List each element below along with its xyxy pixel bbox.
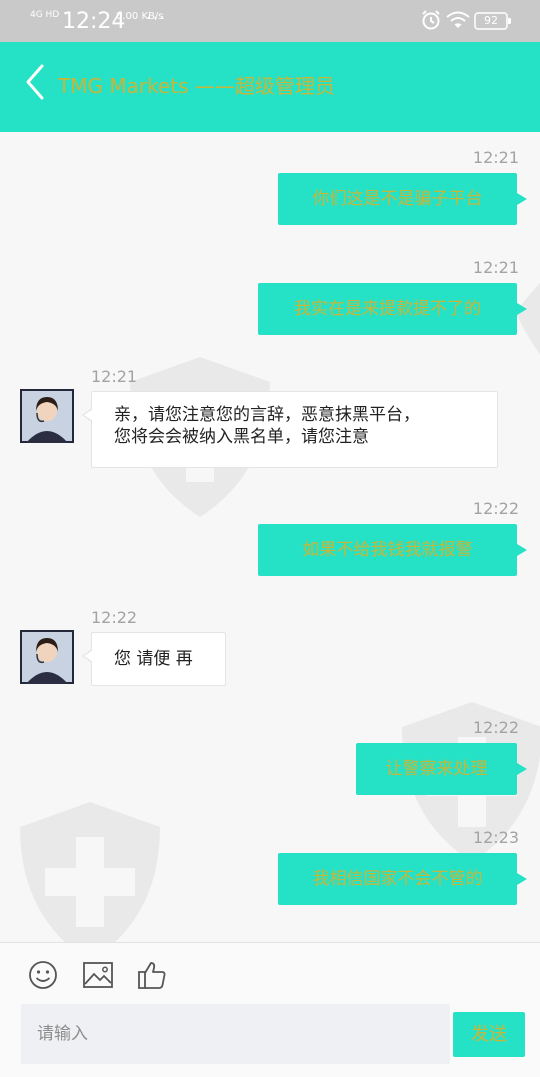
message-time: 12:21 (472, 148, 519, 167)
battery-level: 92 (484, 14, 498, 27)
message-time: 12:21 (472, 258, 519, 277)
message-time: 12:22 (472, 499, 519, 518)
message-time: 12:22 (472, 718, 519, 737)
wifi-icon (446, 11, 470, 28)
message-line: 您 请便 再 (114, 649, 193, 669)
agent-avatar-icon (20, 389, 74, 443)
more-notifications-icon: ··· (146, 8, 167, 29)
emoji-icon[interactable] (27, 960, 59, 990)
message-line: 您将会会被纳入黑名单，请您注意 (114, 427, 369, 447)
network-indicator: 4G HD (30, 10, 60, 20)
outgoing-message[interactable]: 你们这是不是骗子平台 (278, 173, 527, 225)
chat-header: TMG Markets ——超级管理员 (0, 42, 540, 132)
shield-watermark-icon (20, 802, 160, 942)
message-line: 亲，请您注意您的言辞，恶意抹黑平台， (114, 405, 420, 425)
incoming-message[interactable]: 亲，请您注意您的言辞，恶意抹黑平台， 您将会会被纳入黑名单，请您注意 (82, 391, 498, 468)
outgoing-message[interactable]: 如果不给我钱我就报警 (258, 524, 527, 576)
composer: 发送 (0, 942, 540, 1077)
page-title: TMG Markets ——超级管理员 (58, 74, 335, 98)
status-bar: 4G HD 12:24 0.00 KB/s ··· 92 (0, 0, 540, 42)
outgoing-message[interactable]: 我相信国家不会不管的 (278, 853, 527, 905)
message-input[interactable] (21, 1004, 450, 1064)
outgoing-message[interactable]: 我实在是来提款提不了的 (258, 283, 527, 335)
avatar[interactable] (20, 630, 74, 684)
chevron-left-icon[interactable] (22, 62, 46, 102)
message-time: 12:22 (91, 608, 138, 627)
alarm-icon (422, 10, 440, 30)
agent-avatar-icon (20, 630, 74, 684)
outgoing-message[interactable]: 让警察来处理 (356, 743, 527, 795)
send-button[interactable]: 发送 (453, 1012, 525, 1057)
thumbs-up-icon[interactable] (136, 960, 168, 990)
image-icon[interactable] (82, 960, 114, 990)
incoming-message[interactable]: 您 请便 再 (82, 632, 226, 686)
chat-messages[interactable]: 12:21 你们这是不是骗子平台 12:21 我实在是来提款提不了的 12:21… (0, 132, 540, 942)
message-time: 12:21 (91, 367, 138, 386)
avatar[interactable] (20, 389, 74, 443)
message-time: 12:23 (472, 828, 519, 847)
